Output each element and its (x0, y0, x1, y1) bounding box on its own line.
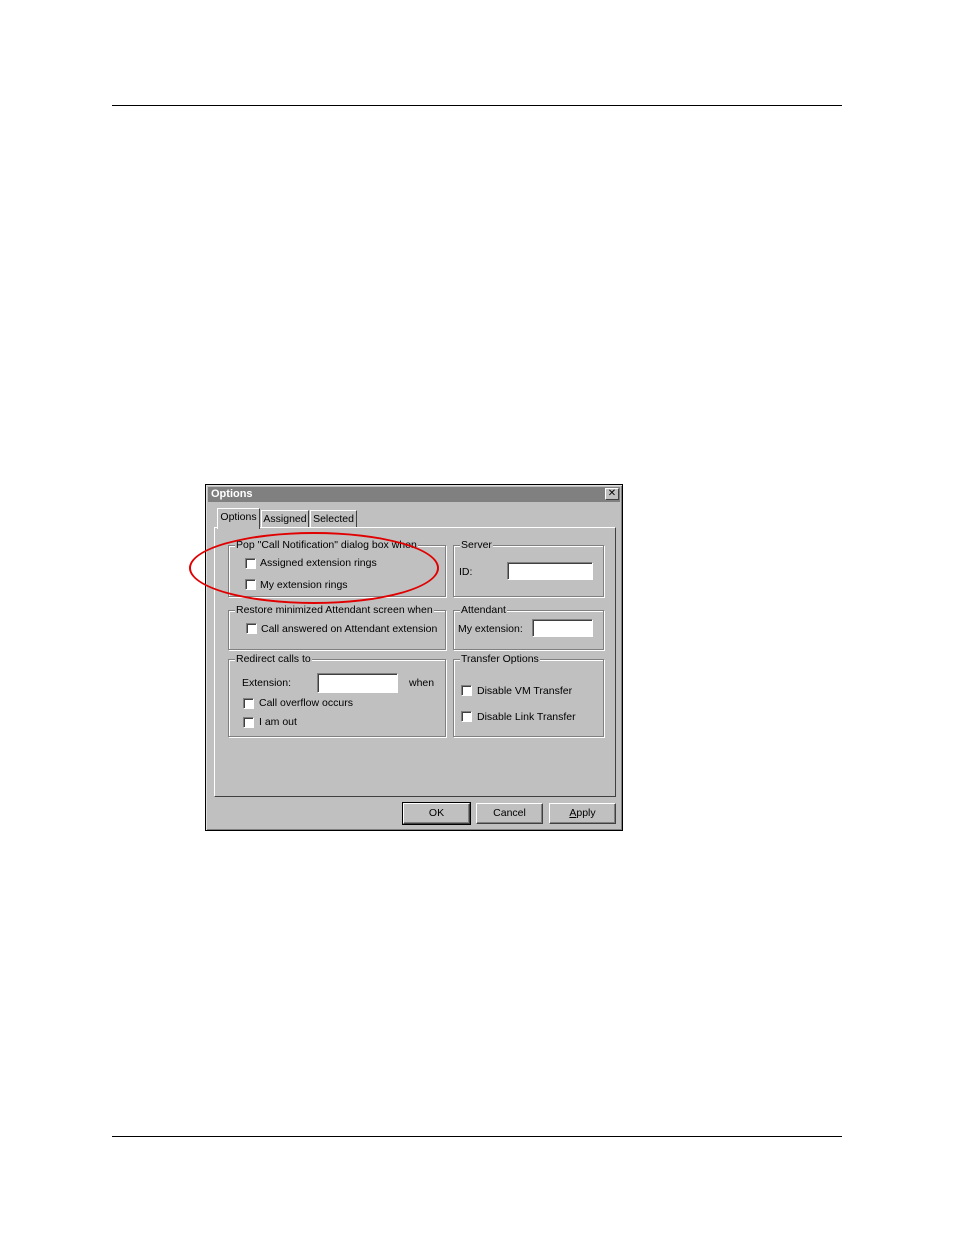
tab-options[interactable]: Options (217, 508, 260, 529)
tab-assigned[interactable]: Assigned (261, 510, 309, 528)
call-answered-label: Call answered on Attendant extension (261, 623, 438, 635)
tab-selected[interactable]: Selected (310, 510, 357, 528)
i-am-out-label: I am out (259, 716, 297, 728)
title-bar[interactable]: Options ✕ (208, 487, 620, 502)
ok-button[interactable]: OK (402, 802, 471, 825)
disable-link-transfer-checkbox[interactable] (461, 711, 472, 722)
highlight-ellipse (189, 532, 439, 604)
close-icon[interactable]: ✕ (605, 488, 619, 500)
call-answered-checkbox[interactable] (246, 623, 257, 634)
dialog-title: Options (211, 488, 253, 500)
disable-vm-transfer-label: Disable VM Transfer (477, 685, 573, 697)
redirect-when-label: when (409, 677, 435, 689)
apply-label-rest: pply (576, 807, 596, 819)
attendant-group: Attendant My extension: (453, 604, 604, 650)
restore-group: Restore minimized Attendant screen when … (228, 604, 446, 650)
my-extension-field[interactable] (532, 619, 593, 637)
redirect-group: Redirect calls to Extension: when Call o… (228, 653, 446, 737)
server-id-label: ID: (459, 566, 473, 578)
transfer-options-legend: Transfer Options (460, 653, 540, 665)
server-legend: Server (460, 539, 493, 551)
cancel-button[interactable]: Cancel (476, 803, 543, 824)
redirect-extension-label: Extension: (242, 677, 292, 689)
transfer-options-group: Transfer Options Disable VM Transfer Dis… (453, 653, 604, 737)
my-extension-label: My extension: (458, 623, 523, 635)
attendant-legend: Attendant (460, 604, 507, 616)
server-id-field[interactable] (507, 562, 593, 580)
disable-link-transfer-label: Disable Link Transfer (477, 711, 576, 723)
call-overflow-checkbox[interactable] (243, 698, 254, 709)
apply-button[interactable]: Apply (549, 803, 616, 824)
call-overflow-label: Call overflow occurs (259, 697, 353, 709)
header-rule (112, 105, 842, 106)
redirect-legend: Redirect calls to (235, 653, 312, 665)
i-am-out-checkbox[interactable] (243, 717, 254, 728)
disable-vm-transfer-checkbox[interactable] (461, 685, 472, 696)
restore-legend: Restore minimized Attendant screen when (235, 604, 434, 616)
server-group: Server ID: (453, 539, 604, 597)
redirect-extension-field[interactable] (317, 673, 398, 693)
footer-rule (112, 1136, 842, 1137)
